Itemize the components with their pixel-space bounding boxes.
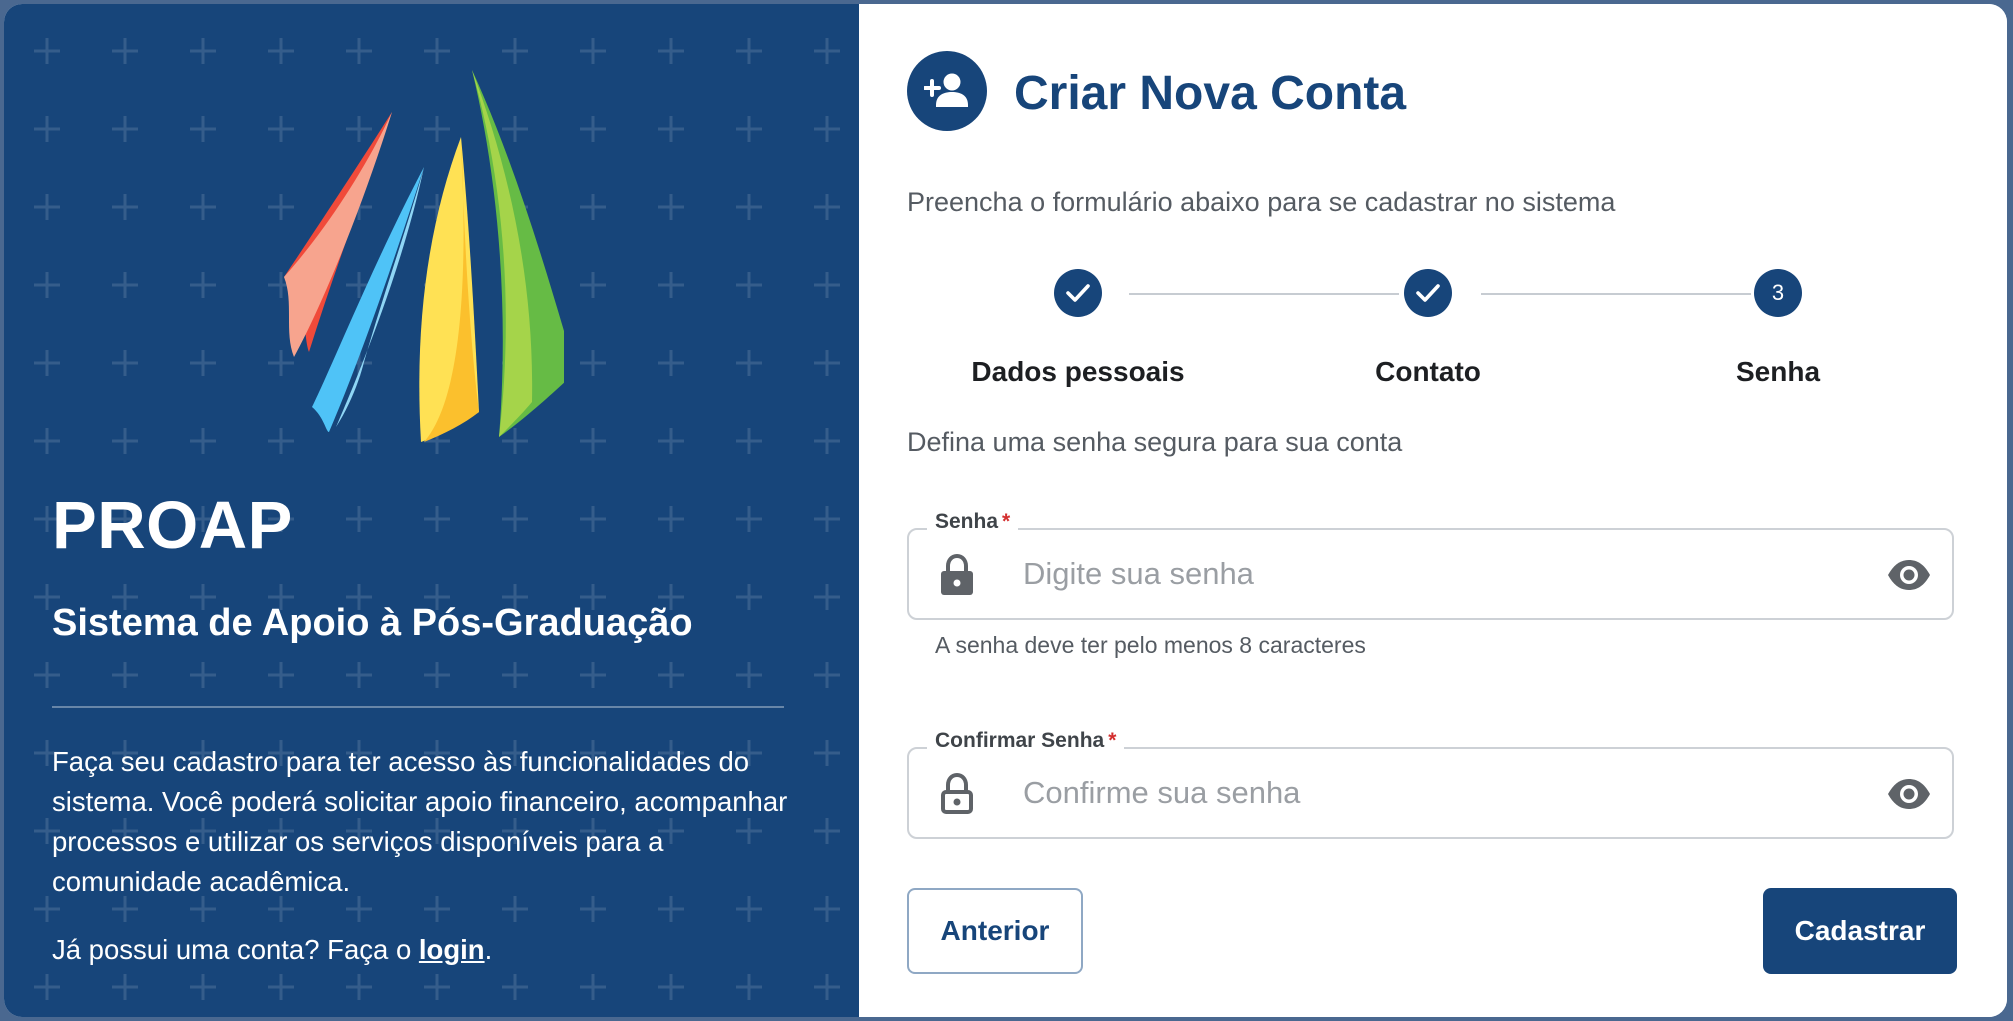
step-2-complete[interactable] (1404, 269, 1452, 317)
confirm-password-label: Confirmar Senha * (927, 729, 1125, 753)
previous-button[interactable]: Anterior (907, 888, 1083, 974)
stepper-connector (1129, 293, 1399, 295)
step-label-dados-pessoais: Dados pessoais (971, 356, 1185, 387)
check-icon (1416, 284, 1440, 302)
login-prompt-text: Já possui uma conta? Faça o (52, 934, 419, 965)
login-link[interactable]: login (419, 934, 485, 965)
page-subtitle: Preencha o formulário abaixo para se cad… (907, 187, 1616, 217)
form-panel: Criar Nova Conta Preencha o formulário a… (859, 4, 2007, 1017)
confirm-password-field: Confirmar Senha * (907, 729, 1954, 839)
confirm-password-input[interactable] (1023, 769, 1843, 817)
step-label-senha: Senha (1735, 356, 1821, 387)
stepper-connector (1481, 293, 1751, 295)
login-prompt-suffix: . (484, 934, 493, 965)
password-field: Senha * (907, 510, 1954, 620)
brand-divider (52, 706, 784, 708)
section-instruction: Defina uma senha segura para sua conta (907, 427, 1403, 457)
person-add-icon (907, 51, 987, 131)
lock-outline-icon (941, 773, 973, 814)
required-mark: * (1108, 729, 1117, 752)
step-3-active[interactable]: 3 (1754, 269, 1802, 317)
confirm-password-label-text: Confirmar Senha (935, 729, 1105, 752)
brand-subtitle: Sistema de Apoio à Pós-Graduação (52, 602, 693, 644)
password-label-text: Senha (935, 510, 999, 533)
proap-sails-logo (284, 70, 564, 442)
page-title: Criar Nova Conta (1014, 67, 1407, 120)
brand-name: PROAP (52, 488, 293, 563)
lock-icon (941, 554, 973, 595)
brand-description: Faça seu cadastro para ter acesso às fun… (52, 746, 788, 897)
required-mark: * (1002, 510, 1011, 533)
brand-panel: PROAP Sistema de Apoio à Pós-Graduação F… (4, 4, 859, 1017)
login-prompt: Já possui uma conta? Faça o login. (52, 934, 492, 966)
eye-icon[interactable] (1886, 776, 1932, 812)
signup-card: PROAP Sistema de Apoio à Pós-Graduação F… (4, 4, 2007, 1017)
step-1-complete[interactable] (1054, 269, 1102, 317)
eye-icon[interactable] (1886, 557, 1932, 593)
password-label: Senha * (927, 510, 1019, 534)
password-input[interactable] (1023, 550, 1843, 598)
submit-button[interactable]: Cadastrar (1763, 888, 1957, 974)
step-label-contato: Contato (1375, 356, 1481, 387)
check-icon (1066, 284, 1090, 302)
password-helper-text: A senha deve ter pelo menos 8 caracteres (935, 632, 1366, 658)
